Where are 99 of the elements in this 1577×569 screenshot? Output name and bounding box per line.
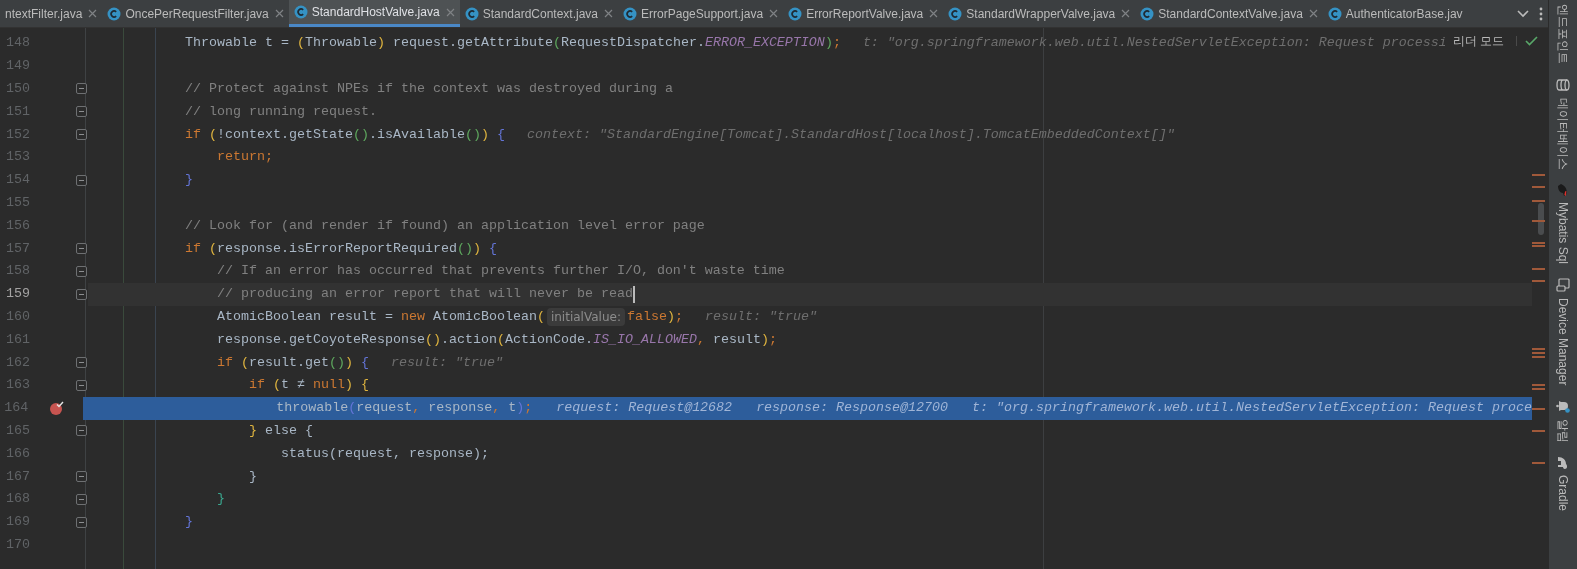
- tool-window-button[interactable]: Gradle: [1554, 457, 1572, 512]
- check-icon[interactable]: [1516, 36, 1538, 46]
- tool-window-button[interactable]: 알림: [1554, 399, 1572, 444]
- line-number: 165: [5, 421, 30, 440]
- close-icon[interactable]: [445, 7, 455, 17]
- code-text: false);: [626, 307, 683, 326]
- bird-icon: [1557, 183, 1569, 197]
- line-number: 167: [5, 467, 30, 486]
- editor-tab[interactable]: StandardHostValve.java: [288, 0, 460, 27]
- line-number: 156: [5, 216, 30, 235]
- fold-icon[interactable]: [75, 357, 87, 369]
- tool-window-button[interactable]: 데이터베이스: [1554, 78, 1572, 170]
- code-text: Throwable t = (Throwable) request.getAttribute(RequestDispatcher.ERROR_EXCEPTION);: [184, 34, 841, 53]
- close-icon[interactable]: [1121, 9, 1131, 18]
- fold-icon[interactable]: [75, 379, 87, 391]
- fold-icon[interactable]: [75, 265, 87, 277]
- fold-icon[interactable]: [75, 243, 87, 255]
- inline-debug-value: result: "true": [390, 353, 503, 372]
- code-text: }: [184, 171, 193, 190]
- fold-icon[interactable]: [75, 129, 87, 141]
- code-text: if (t ≠ null) {: [247, 376, 369, 395]
- fold-icon[interactable]: [75, 516, 87, 528]
- line-number: 150: [5, 80, 30, 98]
- code-text: }: [247, 467, 257, 486]
- parameter-hint: initialValue:: [546, 307, 625, 326]
- line-number: 164: [3, 399, 29, 418]
- code-text: if (!context.getState().isAvailable()) {: [184, 125, 505, 144]
- elephant-icon: [1557, 456, 1569, 471]
- code-text: // producing an error report that will never be read: [215, 285, 633, 304]
- text-cursor: [632, 285, 635, 303]
- chevron-down-icon[interactable]: [1517, 9, 1529, 18]
- inline-debug-value: t: "org.springframework.web.util.NestedServletException: Request processi: [862, 34, 1447, 53]
- line-number: 160: [5, 307, 30, 326]
- line-number: 169: [5, 513, 30, 532]
- fold-icon[interactable]: [75, 471, 87, 483]
- fold-icon[interactable]: [75, 174, 87, 186]
- close-icon[interactable]: [274, 9, 284, 18]
- line-number: 148: [5, 34, 30, 53]
- devices-icon: [1556, 278, 1570, 293]
- line-number: 158: [5, 262, 30, 281]
- close-icon[interactable]: [604, 9, 614, 18]
- code-text: response.getCoyoteResponse().action(ActionCode.IS_IO_ALLOWED, result);: [215, 330, 777, 349]
- line-number: 151: [5, 102, 30, 121]
- line-number: 149: [5, 57, 30, 76]
- close-icon[interactable]: [929, 9, 939, 18]
- close-icon[interactable]: [1308, 9, 1318, 18]
- close-icon[interactable]: [769, 9, 779, 18]
- tool-window-button[interactable]: 엔드포인트: [1554, 4, 1572, 64]
- database-icon: [1556, 79, 1570, 91]
- editor-tab[interactable]: StandardWrapperValve.java: [943, 0, 1136, 27]
- code-text: status(request, response);: [279, 444, 489, 463]
- code-text: AtomicBoolean result = new AtomicBoolean(: [215, 307, 545, 326]
- line-number: 154: [5, 171, 30, 190]
- editor-tab[interactable]: StandardContextValve.java: [1135, 0, 1323, 27]
- breakpoint-icon[interactable]: [48, 400, 64, 416]
- fold-icon[interactable]: [75, 106, 87, 118]
- code-text: } else {: [247, 421, 313, 440]
- code-text: }: [215, 490, 225, 509]
- close-icon[interactable]: [88, 9, 98, 18]
- inline-debug-value: response: Response@12700: [756, 399, 949, 418]
- line-number: 170: [5, 535, 30, 554]
- code-text: if (result.get()) {: [215, 353, 369, 372]
- code-text: return;: [215, 148, 273, 167]
- fold-icon[interactable]: [75, 493, 87, 505]
- inline-debug-value: context: "StandardEngine[Tomcat].StandardHost[localhost].TomcatEmbeddedContext[]": [526, 125, 1175, 144]
- code-text: throwable(request, response, t);: [275, 399, 533, 418]
- fold-icon[interactable]: [75, 425, 87, 437]
- editor-tab[interactable]: StandardContext.java: [459, 0, 619, 27]
- code-text: // long running request.: [184, 102, 377, 121]
- tool-window-button[interactable]: Device Manager: [1554, 278, 1572, 386]
- fold-icon[interactable]: [75, 288, 87, 300]
- code-text: if (response.isErrorReportRequired()) {: [184, 239, 497, 258]
- code-text: }: [184, 513, 193, 532]
- code-text: // If an error has occurred that prevents further I/O, don't waste time: [215, 262, 785, 281]
- tool-window-button[interactable]: Mybatis Sql: [1554, 184, 1572, 265]
- line-number: 152: [5, 125, 30, 144]
- inline-debug-value: t: "org.springframework.web.util.NestedServletException: Request proce: [972, 399, 1532, 418]
- line-number: 166: [5, 444, 30, 463]
- editor-tab[interactable]: AuthenticatorBase.jav: [1322, 0, 1468, 27]
- line-number: 155: [5, 194, 30, 212]
- more-icon[interactable]: [1539, 6, 1543, 21]
- inline-debug-value: result: "true": [704, 307, 817, 326]
- editor-tab[interactable]: ErrorReportValve.java: [783, 0, 944, 27]
- line-number: 168: [5, 490, 30, 509]
- line-number: 159: [5, 285, 30, 304]
- editor-tab[interactable]: OncePerRequestFilter.java: [102, 0, 289, 27]
- editor-tab[interactable]: ntextFilter.java: [0, 0, 103, 27]
- editor-tab[interactable]: ErrorPageSupport.java: [618, 0, 784, 27]
- line-number: 161: [5, 330, 30, 349]
- line-number: 162: [5, 353, 30, 372]
- code-text: // Protect against NPEs if the context was destroyed during a: [184, 80, 673, 98]
- fold-icon[interactable]: [75, 83, 87, 95]
- code-text: // Look for (and render if found) an application level error page: [184, 216, 705, 235]
- inline-debug-value: request: Request@12682: [556, 399, 733, 418]
- line-number: 157: [5, 239, 30, 258]
- line-number: 153: [5, 148, 30, 167]
- scrollbar-thumb[interactable]: [1538, 203, 1544, 235]
- bell-icon: [1556, 399, 1570, 414]
- line-number: 163: [5, 376, 30, 395]
